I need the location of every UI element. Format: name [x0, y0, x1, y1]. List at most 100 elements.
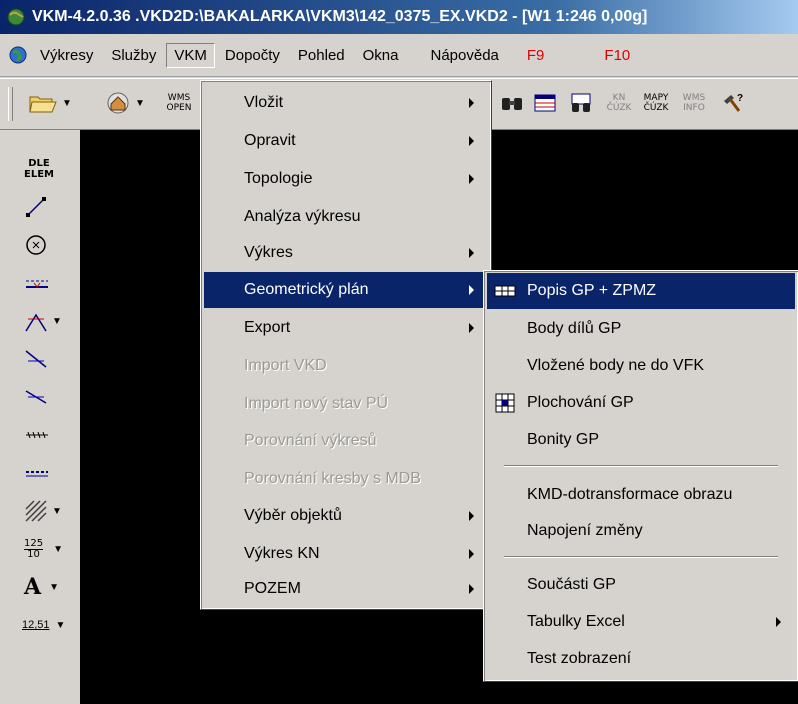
dimension-tool-button[interactable]: [10, 266, 70, 300]
table-icon: [494, 285, 516, 297]
submenu-item-bonity-gp[interactable]: Bonity GP: [487, 422, 795, 458]
home-button[interactable]: ▼: [96, 85, 154, 121]
table-view-button[interactable]: [530, 85, 560, 121]
submenu-arrow-icon: [469, 549, 474, 559]
menu-item-pozem[interactable]: POZEM: [204, 571, 488, 607]
menu-item-porovnani-vykresu: Porovnání výkresů: [244, 432, 377, 449]
table-icon: [534, 94, 556, 112]
kn-cuzk-button[interactable]: KN ČÚZK: [602, 85, 636, 121]
line-tool-button[interactable]: [10, 190, 70, 224]
find-table-icon: [571, 93, 591, 112]
submenu-arrow-icon: [469, 285, 474, 295]
submenu-item-popis-gp[interactable]: Popis GP + ZPMZ: [487, 273, 795, 309]
submenu-item-tabulky-excel[interactable]: Tabulky Excel: [487, 604, 795, 640]
hatch-line-icon: [26, 431, 48, 439]
menu-separator: [504, 465, 778, 467]
menu-sluzby[interactable]: Služby: [103, 43, 164, 68]
hatch-line-tool-button[interactable]: [10, 418, 70, 452]
menu-vkm[interactable]: VKM: [166, 42, 215, 68]
menu-f10[interactable]: F10: [596, 43, 638, 68]
chevron-down-icon: ▼: [135, 97, 145, 109]
join-line-tool-button[interactable]: [10, 380, 70, 414]
menu-dopocty[interactable]: Dopočty: [217, 43, 288, 68]
menu-item-opravit[interactable]: Opravit: [204, 123, 488, 159]
menu-pohled[interactable]: Pohled: [290, 43, 353, 68]
binoculars-icon: [502, 98, 522, 110]
wms-info-label: WMS INFO: [682, 93, 706, 113]
menu-item-vykres-kn[interactable]: Výkres KN: [204, 536, 488, 572]
vkm-menu: Vložit Opravit Topologie Analýza výkresu…: [200, 80, 492, 610]
wms-info-button[interactable]: WMS INFO: [676, 85, 712, 121]
dashed-line-icon: [26, 471, 48, 477]
menu-item-vykres[interactable]: Výkres: [204, 235, 488, 271]
menu-vykresy[interactable]: Výkresy: [32, 43, 101, 68]
submenu-item-soucasti-gp[interactable]: Součásti GP: [487, 567, 795, 603]
chevron-down-icon: ▼: [52, 315, 62, 327]
submenu-item-plochovani-gp[interactable]: Plochování GP: [487, 385, 795, 421]
submenu-item-test-zobrazeni[interactable]: Test zobrazení: [487, 641, 795, 677]
chevron-down-icon: ▼: [62, 97, 72, 109]
menu-item-analyza-vykresu[interactable]: Analýza výkresu: [204, 199, 488, 235]
text-tool-label: A: [24, 574, 42, 600]
menu-item-export[interactable]: Export: [204, 310, 488, 346]
wms-open-button[interactable]: WMS OPEN: [160, 85, 198, 121]
dimension-icon: [26, 280, 48, 288]
toolbar-grip[interactable]: [8, 87, 13, 121]
text-tool-button[interactable]: A ▼: [10, 570, 70, 604]
fraction-tool-button[interactable]: 125 10 ▼: [10, 532, 70, 566]
kn-cuzk-label: KN ČÚZK: [606, 93, 632, 113]
find-table-button[interactable]: [566, 85, 596, 121]
menu-napoveda[interactable]: Nápověda: [423, 43, 507, 68]
menu-item-import-novy-stav: Import nový stav PÚ: [244, 395, 389, 412]
mapy-cuzk-button[interactable]: MAPY ČÚZK: [638, 85, 674, 121]
grid-icon: [495, 393, 515, 413]
hammer-query-icon: ?: [724, 93, 743, 112]
open-folder-button[interactable]: ▼: [22, 85, 78, 121]
globe-icon: [9, 46, 27, 64]
submenu-item-kmd-dotransformace[interactable]: KMD-dotransformace obrazu: [487, 477, 795, 513]
menu-item-import-vkd: Import VKD: [244, 357, 327, 374]
submenu-item-vlozene-body[interactable]: Vložené body ne do VFK: [487, 348, 795, 384]
dle-elem-button[interactable]: DLE ELEM: [10, 152, 70, 186]
chevron-down-icon: ▼: [55, 619, 66, 631]
dashed-line-tool-button[interactable]: [10, 456, 70, 490]
submenu-arrow-icon: [469, 136, 474, 146]
number-tool-button[interactable]: 12,51 ▼: [10, 608, 70, 642]
hatch-area-tool-button[interactable]: ▼: [10, 494, 70, 528]
submenu-arrow-icon: [469, 98, 474, 108]
chevron-down-icon: ▼: [53, 543, 63, 555]
menu-okna[interactable]: Okna: [355, 43, 407, 68]
menu-item-geometricky-plan[interactable]: Geometrický plán: [204, 272, 488, 308]
query-tool-button[interactable]: ?: [718, 85, 748, 121]
submenu-arrow-icon: [469, 511, 474, 521]
submenu-arrow-icon: [469, 174, 474, 184]
binoculars-button[interactable]: [497, 85, 527, 121]
window-title: VKM-4.2.0.36 .VKD2D:\BAKALARKA\VKM3\142_…: [32, 8, 648, 25]
dle-elem-label: DLE ELEM: [24, 158, 54, 180]
wms-open-label: WMS OPEN: [166, 93, 192, 113]
number-tool-label: 12,51: [22, 619, 50, 631]
submenu-item-body-dilu-gp[interactable]: Body dílů GP: [487, 311, 795, 347]
circle-tool-button[interactable]: [10, 228, 70, 262]
menu-item-vlozit[interactable]: Vložit: [204, 85, 488, 121]
split-line-tool-button[interactable]: [10, 342, 70, 376]
menu-item-topologie[interactable]: Topologie: [204, 161, 488, 197]
chevron-down-icon: ▼: [49, 581, 59, 593]
app-globe-icon: [7, 8, 25, 26]
intersect-tool-button[interactable]: ▼: [10, 304, 70, 338]
title-bar[interactable]: VKM-4.2.0.36 .VKD2D:\BAKALARKA\VKM3\142_…: [0, 0, 798, 34]
menu-item-vyber-objektu[interactable]: Výběr objektů: [204, 498, 488, 534]
submenu-item-napojeni-zmeny[interactable]: Napojení změny: [487, 513, 795, 549]
menu-f9[interactable]: F9: [519, 43, 553, 68]
hatch-area-icon: [25, 500, 47, 522]
chevron-down-icon: ▼: [52, 505, 62, 517]
menu-separator: [504, 556, 778, 558]
fraction-label: 125 10: [24, 537, 44, 560]
geometricky-plan-submenu: Popis GP + ZPMZ Body dílů GP Vložené bod…: [483, 270, 798, 682]
home-icon: [107, 92, 129, 114]
circle-icon: [26, 235, 46, 255]
open-folder-icon: [29, 96, 57, 113]
submenu-arrow-icon: [469, 248, 474, 258]
mapy-cuzk-label: MAPY ČÚZK: [643, 93, 669, 113]
join-line-icon: [25, 390, 47, 404]
